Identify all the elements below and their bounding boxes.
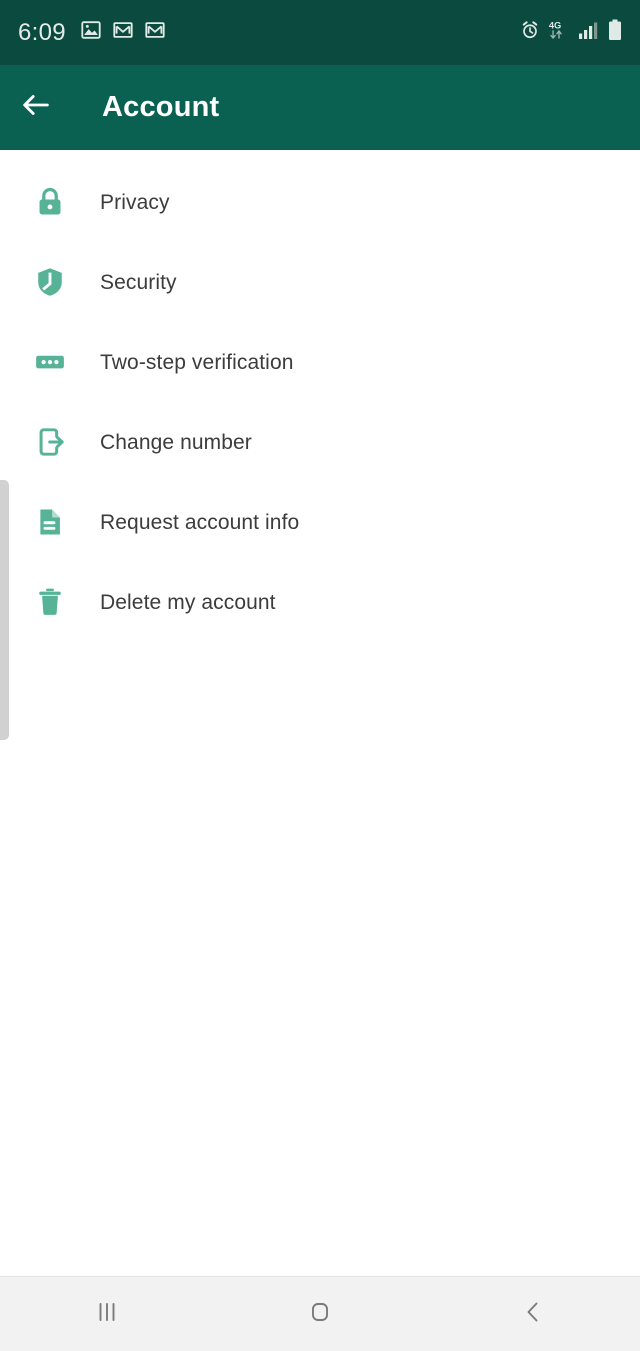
chevron-left-icon xyxy=(520,1299,546,1330)
trash-icon xyxy=(0,585,100,619)
recents-button[interactable] xyxy=(0,1277,213,1351)
signal-icon xyxy=(578,20,600,45)
mobile-data-icon: 4G xyxy=(548,19,570,46)
status-bar-clock: 6:09 xyxy=(18,18,66,46)
app-screen: 6:09 4G Account Privacy Security Two-ste… xyxy=(0,0,640,1351)
list-item-label: Privacy xyxy=(100,190,170,214)
list-item-request-account-info[interactable]: Request account info xyxy=(0,482,640,562)
gmail-icon xyxy=(112,19,134,46)
page-title: Account xyxy=(102,91,220,123)
list-item-label: Delete my account xyxy=(100,590,276,614)
list-item-label: Two-step verification xyxy=(100,350,294,374)
system-navigation-bar xyxy=(0,1276,640,1351)
battery-icon xyxy=(608,19,622,46)
list-item-security[interactable]: Security xyxy=(0,242,640,322)
home-button[interactable] xyxy=(213,1277,426,1351)
photos-icon xyxy=(80,19,102,46)
scrollbar[interactable] xyxy=(0,480,9,740)
app-toolbar: Account xyxy=(0,65,640,150)
settings-content: Privacy Security Two-step verification C… xyxy=(0,150,640,1276)
phone-exit-icon xyxy=(0,425,100,459)
lock-icon xyxy=(0,185,100,219)
back-nav-button[interactable] xyxy=(427,1277,640,1351)
recents-icon xyxy=(94,1299,120,1330)
list-item-two-step-verification[interactable]: Two-step verification xyxy=(0,322,640,402)
account-settings-list: Privacy Security Two-step verification C… xyxy=(0,150,640,642)
password-dots-icon xyxy=(0,345,100,379)
alarm-icon xyxy=(520,20,540,45)
list-item-change-number[interactable]: Change number xyxy=(0,402,640,482)
status-bar: 6:09 4G xyxy=(0,0,640,65)
shield-icon xyxy=(0,265,100,299)
list-item-label: Request account info xyxy=(100,510,300,534)
back-button[interactable] xyxy=(0,65,72,150)
arrow-left-icon xyxy=(19,88,53,127)
list-item-privacy[interactable]: Privacy xyxy=(0,162,640,242)
svg-text:4G: 4G xyxy=(549,20,561,30)
home-icon xyxy=(307,1299,333,1330)
gmail-icon-2 xyxy=(144,19,166,46)
document-icon xyxy=(0,505,100,539)
status-bar-right: 4G xyxy=(520,19,622,46)
status-bar-left: 6:09 xyxy=(18,19,166,46)
list-item-delete-my-account[interactable]: Delete my account xyxy=(0,562,640,642)
list-item-label: Change number xyxy=(100,430,252,454)
list-item-label: Security xyxy=(100,270,177,294)
